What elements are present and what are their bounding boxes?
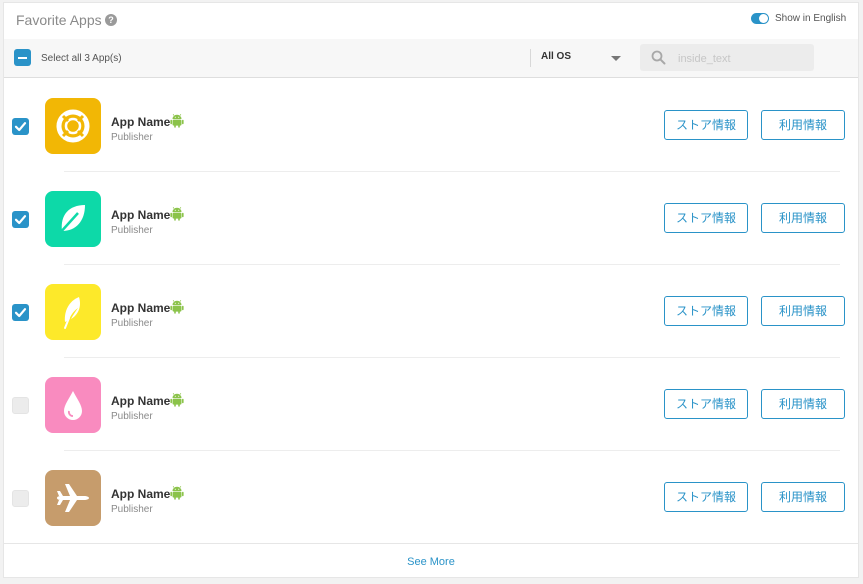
show-in-english-toggle[interactable] (751, 13, 769, 24)
card-footer: See More (4, 543, 858, 578)
android-icon (170, 114, 184, 128)
checkmark-icon (14, 215, 27, 225)
usage-info-button[interactable]: 利用情報 (761, 482, 845, 512)
search-input[interactable] (676, 48, 810, 69)
checkmark-icon (14, 308, 27, 318)
android-icon (170, 393, 184, 407)
os-filter-select[interactable]: All OS (534, 44, 626, 72)
app-publisher: Publisher (111, 411, 153, 422)
store-info-button[interactable]: ストア情報 (664, 482, 748, 512)
app-name: App Name (111, 208, 171, 222)
toolbar-divider (530, 49, 531, 67)
app-row: App Name Publisher ストア情報 利用情報 (4, 358, 858, 451)
android-icon (170, 300, 184, 314)
os-filter-value: All OS (541, 51, 572, 62)
usage-info-button[interactable]: 利用情報 (761, 389, 845, 419)
store-info-button[interactable]: ストア情報 (664, 203, 748, 233)
select-all-label: Select all 3 App(s) (41, 53, 122, 64)
android-icon (170, 486, 184, 500)
leaf-icon (45, 191, 101, 247)
see-more-link[interactable]: See More (4, 556, 858, 568)
caret-down-icon (611, 56, 621, 61)
app-checkbox[interactable] (12, 490, 29, 507)
card-title: Favorite Apps (16, 12, 102, 28)
app-name: App Name (111, 115, 171, 129)
store-info-button[interactable]: ストア情報 (664, 110, 748, 140)
card-header: Favorite Apps ? Show in English (4, 3, 858, 39)
usage-info-button[interactable]: 利用情報 (761, 110, 845, 140)
checkmark-icon (14, 122, 27, 132)
store-info-button[interactable]: ストア情報 (664, 389, 748, 419)
select-all-checkbox[interactable] (14, 49, 31, 66)
app-row: App Name Publisher ストア情報 利用情報 (4, 172, 858, 265)
android-icon (170, 207, 184, 221)
app-checkbox[interactable] (12, 397, 29, 414)
filter-toolbar: Select all 3 App(s) All OS (4, 39, 858, 78)
app-checkbox[interactable] (12, 304, 29, 321)
favorite-apps-card: Favorite Apps ? Show in English Select a… (3, 2, 859, 578)
water-drop-icon (45, 377, 101, 433)
lifebuoy-icon (45, 98, 101, 154)
app-publisher: Publisher (111, 132, 153, 143)
usage-info-button[interactable]: 利用情報 (761, 296, 845, 326)
app-row: App Name Publisher ストア情報 利用情報 (4, 79, 858, 172)
search-icon (651, 50, 666, 65)
usage-info-button[interactable]: 利用情報 (761, 203, 845, 233)
feather-icon (45, 284, 101, 340)
app-name: App Name (111, 487, 171, 501)
app-publisher: Publisher (111, 225, 153, 236)
app-checkbox[interactable] (12, 118, 29, 135)
app-row: App Name Publisher ストア情報 利用情報 (4, 451, 858, 544)
app-publisher: Publisher (111, 318, 153, 329)
app-checkbox[interactable] (12, 211, 29, 228)
airplane-icon (45, 470, 101, 526)
search-box (640, 44, 814, 71)
app-name: App Name (111, 301, 171, 315)
app-name: App Name (111, 394, 171, 408)
question-circle-icon[interactable]: ? (105, 14, 117, 26)
store-info-button[interactable]: ストア情報 (664, 296, 748, 326)
app-row: App Name Publisher ストア情報 利用情報 (4, 265, 858, 358)
show-in-english-label: Show in English (775, 13, 847, 24)
app-publisher: Publisher (111, 504, 153, 515)
